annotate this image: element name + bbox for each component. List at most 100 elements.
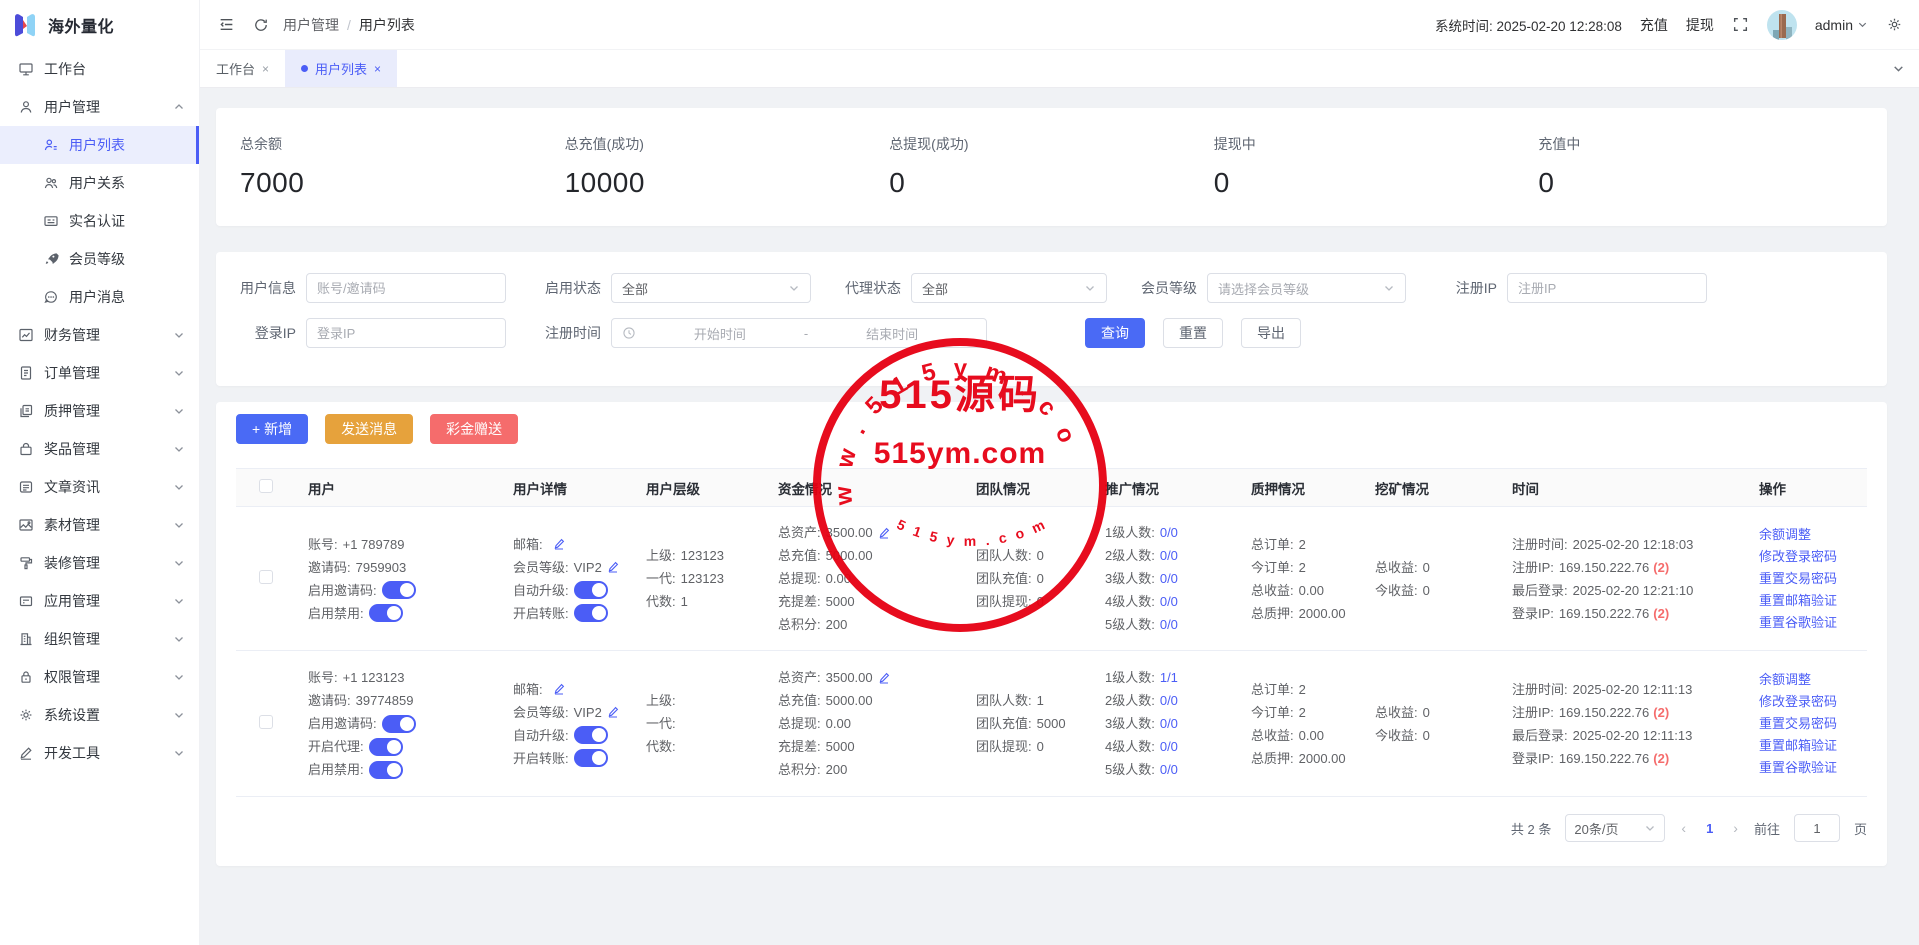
reset-google-verify-link[interactable]: 重置谷歌验证 — [1759, 612, 1855, 634]
add-button[interactable]: + 新增 — [236, 414, 308, 444]
toggle-transfer[interactable] — [574, 604, 608, 622]
agent-status-select[interactable]: 全部 — [911, 273, 1107, 303]
user-menu[interactable]: admin — [1815, 17, 1868, 33]
refresh-icon[interactable] — [253, 17, 269, 33]
level4-count-link[interactable]: 0/0 — [1160, 735, 1178, 758]
level2-count-link[interactable]: 0/0 — [1160, 544, 1178, 567]
bonus-button[interactable]: 彩金赠送 — [430, 414, 518, 444]
toggle-invite-code[interactable] — [382, 581, 416, 599]
goto-page-input[interactable] — [1794, 814, 1840, 842]
sidebar-item-realname-auth[interactable]: 实名认证 — [0, 202, 199, 240]
sidebar-item-user-list[interactable]: 用户列表 — [0, 126, 199, 164]
breadcrumb-parent[interactable]: 用户管理 — [283, 15, 339, 35]
sidebar-item-user-message[interactable]: 用户消息 — [0, 278, 199, 316]
edit-assets-icon[interactable] — [878, 527, 890, 539]
avatar[interactable] — [1767, 10, 1797, 40]
member-level-select[interactable]: 请选择会员等级 — [1207, 273, 1406, 303]
level5-count-link[interactable]: 0/0 — [1160, 758, 1178, 781]
user-info-input[interactable] — [306, 273, 506, 303]
level3-count-link[interactable]: 0/0 — [1160, 712, 1178, 735]
sidebar-collapse-icon[interactable] — [218, 16, 235, 33]
current-page[interactable]: 1 — [1702, 821, 1717, 836]
system-time: 系统时间: 2025-02-20 12:28:08 — [1435, 15, 1622, 35]
level1-count-link[interactable]: 0/0 — [1160, 521, 1178, 544]
table-toolbar: + 新增 发送消息 彩金赠送 — [236, 414, 518, 444]
sidebar-item-system-settings[interactable]: 系统设置 — [0, 696, 199, 734]
page-size-select[interactable]: 20条/页 — [1565, 814, 1665, 842]
toggle-invite-code[interactable] — [382, 715, 416, 733]
toggle-auto-upgrade[interactable] — [574, 726, 608, 744]
sidebar-item-user-mgmt[interactable]: 用户管理 — [0, 88, 199, 126]
cell-mining: 总收益:0 今收益:0 — [1363, 507, 1500, 651]
edit-email-icon[interactable] — [553, 683, 565, 695]
select-all-checkbox[interactable] — [259, 479, 273, 493]
sidebar-item-orders[interactable]: 订单管理 — [0, 354, 199, 392]
register-time-range[interactable]: 开始时间 - 结束时间 — [611, 318, 987, 348]
edit-level-icon[interactable] — [607, 561, 619, 573]
balance-adjust-link[interactable]: 余额调整 — [1759, 669, 1855, 691]
toggle-auto-upgrade[interactable] — [574, 581, 608, 599]
sidebar-item-articles[interactable]: 文章资讯 — [0, 468, 199, 506]
stat-total-withdraw: 总提现(成功) 0 — [889, 134, 1214, 200]
fullscreen-icon[interactable] — [1732, 16, 1749, 33]
sidebar-item-workbench[interactable]: 工作台 — [0, 50, 199, 88]
cell-user-level: 上级:123123 一代:123123 代数:1 — [634, 507, 766, 651]
toggle-agent[interactable] — [369, 738, 403, 756]
sidebar-item-pledge[interactable]: 质押管理 — [0, 392, 199, 430]
sidebar-menu: 工作台 用户管理 用户列表 用户关系 实名认证 会员等级 — [0, 50, 199, 772]
sidebar-item-prizes[interactable]: 奖品管理 — [0, 430, 199, 468]
reset-button[interactable]: 重置 — [1163, 318, 1223, 348]
edit-level-icon[interactable] — [607, 706, 619, 718]
sidebar-item-apps[interactable]: 应用管理 — [0, 582, 199, 620]
reset-email-verify-link[interactable]: 重置邮箱验证 — [1759, 590, 1855, 612]
next-page-button[interactable]: › — [1731, 820, 1740, 836]
prev-page-button[interactable]: ‹ — [1679, 820, 1688, 836]
filter-register-time: 注册时间 开始时间 - 结束时间 — [541, 318, 987, 348]
avatar-image — [1767, 10, 1797, 40]
sidebar-item-materials[interactable]: 素材管理 — [0, 506, 199, 544]
change-login-password-link[interactable]: 修改登录密码 — [1759, 546, 1855, 568]
vip-level-value: VIP2 — [574, 556, 602, 579]
sidebar-item-member-level[interactable]: 会员等级 — [0, 240, 199, 278]
send-message-button[interactable]: 发送消息 — [325, 414, 413, 444]
level4-count-link[interactable]: 0/0 — [1160, 590, 1178, 613]
login-ip-input[interactable] — [306, 318, 506, 348]
toggle-disable[interactable] — [369, 604, 403, 622]
sidebar-item-permissions[interactable]: 权限管理 — [0, 658, 199, 696]
reset-trade-password-link[interactable]: 重置交易密码 — [1759, 713, 1855, 735]
sidebar-item-dev-tools[interactable]: 开发工具 — [0, 734, 199, 772]
settings-gear-icon[interactable] — [1886, 16, 1903, 33]
edit-assets-icon[interactable] — [878, 672, 890, 684]
register-ip-input[interactable] — [1507, 273, 1707, 303]
toggle-transfer[interactable] — [574, 749, 608, 767]
balance-adjust-link[interactable]: 余额调整 — [1759, 524, 1855, 546]
close-icon[interactable]: × — [262, 62, 269, 76]
sidebar-item-finance[interactable]: 财务管理 — [0, 316, 199, 354]
withdraw-link[interactable]: 提现 — [1686, 15, 1714, 35]
toggle-disable[interactable] — [369, 761, 403, 779]
level3-count-link[interactable]: 0/0 — [1160, 567, 1178, 590]
tab-options-button[interactable] — [1878, 50, 1919, 87]
enable-status-select[interactable]: 全部 — [611, 273, 811, 303]
breadcrumb: 用户管理 / 用户列表 — [283, 15, 415, 35]
level2-count-link[interactable]: 0/0 — [1160, 689, 1178, 712]
row-checkbox[interactable] — [259, 715, 273, 729]
reset-google-verify-link[interactable]: 重置谷歌验证 — [1759, 757, 1855, 779]
level1-count-link[interactable]: 1/1 — [1160, 666, 1178, 689]
edit-email-icon[interactable] — [553, 538, 565, 550]
sidebar-item-organization[interactable]: 组织管理 — [0, 620, 199, 658]
tab-workbench[interactable]: 工作台 × — [200, 50, 285, 87]
level5-count-link[interactable]: 0/0 — [1160, 613, 1178, 636]
sidebar-item-user-relation[interactable]: 用户关系 — [0, 164, 199, 202]
page-unit: 页 — [1854, 819, 1867, 838]
change-login-password-link[interactable]: 修改登录密码 — [1759, 691, 1855, 713]
recharge-link[interactable]: 充值 — [1640, 15, 1668, 35]
search-button[interactable]: 查询 — [1085, 318, 1145, 348]
row-checkbox[interactable] — [259, 570, 273, 584]
tab-user-list[interactable]: 用户列表 × — [285, 50, 397, 87]
export-button[interactable]: 导出 — [1241, 318, 1301, 348]
reset-email-verify-link[interactable]: 重置邮箱验证 — [1759, 735, 1855, 757]
reset-trade-password-link[interactable]: 重置交易密码 — [1759, 568, 1855, 590]
sidebar-item-decoration[interactable]: 装修管理 — [0, 544, 199, 582]
close-icon[interactable]: × — [374, 62, 381, 76]
